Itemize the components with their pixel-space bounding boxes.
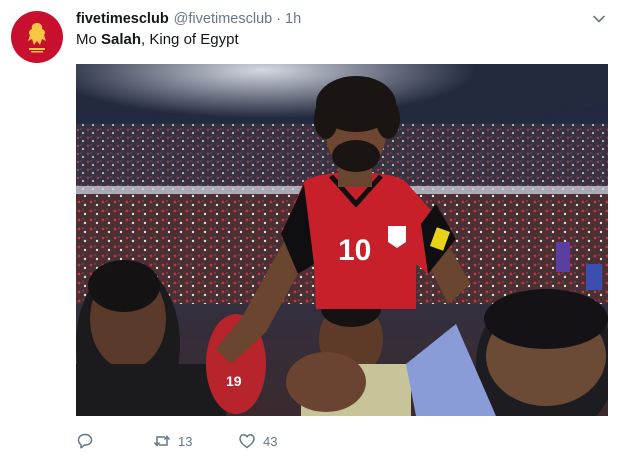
tweet-text-part: , King of Egypt xyxy=(141,31,239,48)
tweet-photo[interactable]: 19 10 xyxy=(76,64,608,416)
retweet-button[interactable]: 13 xyxy=(153,432,238,450)
retweet-icon xyxy=(153,435,171,447)
reply-icon xyxy=(77,433,93,449)
timestamp[interactable]: 1h xyxy=(285,11,301,27)
display-name[interactable]: fivetimesclub xyxy=(76,11,169,27)
tweet-actions: 13 43 xyxy=(76,430,318,452)
avatar[interactable] xyxy=(11,11,63,63)
jersey-number: 10 xyxy=(338,234,371,267)
heart-icon xyxy=(239,434,255,449)
liverbird-logo xyxy=(28,23,46,53)
svg-text:19: 19 xyxy=(226,373,242,389)
stadium-photo: 19 10 xyxy=(76,64,608,416)
user-handle[interactable]: @fivetimesclub xyxy=(174,11,273,27)
like-button[interactable]: 43 xyxy=(238,432,318,450)
tweet-text-bold: Salah xyxy=(101,31,142,48)
reply-button[interactable] xyxy=(76,432,153,450)
separator-dot: · xyxy=(276,11,282,27)
tweet-text: Mo Salah, King of Egypt xyxy=(76,31,239,48)
tweet-text-part: Mo xyxy=(76,31,102,48)
tweet-card[interactable]: fivetimesclub @fivetimesclub · 1h Mo Sal… xyxy=(0,0,620,462)
retweet-count: 13 xyxy=(178,433,193,449)
chevron-down-icon[interactable] xyxy=(592,12,606,26)
like-count: 43 xyxy=(263,433,278,449)
tweet-header: fivetimesclub @fivetimesclub · 1h xyxy=(76,9,301,29)
